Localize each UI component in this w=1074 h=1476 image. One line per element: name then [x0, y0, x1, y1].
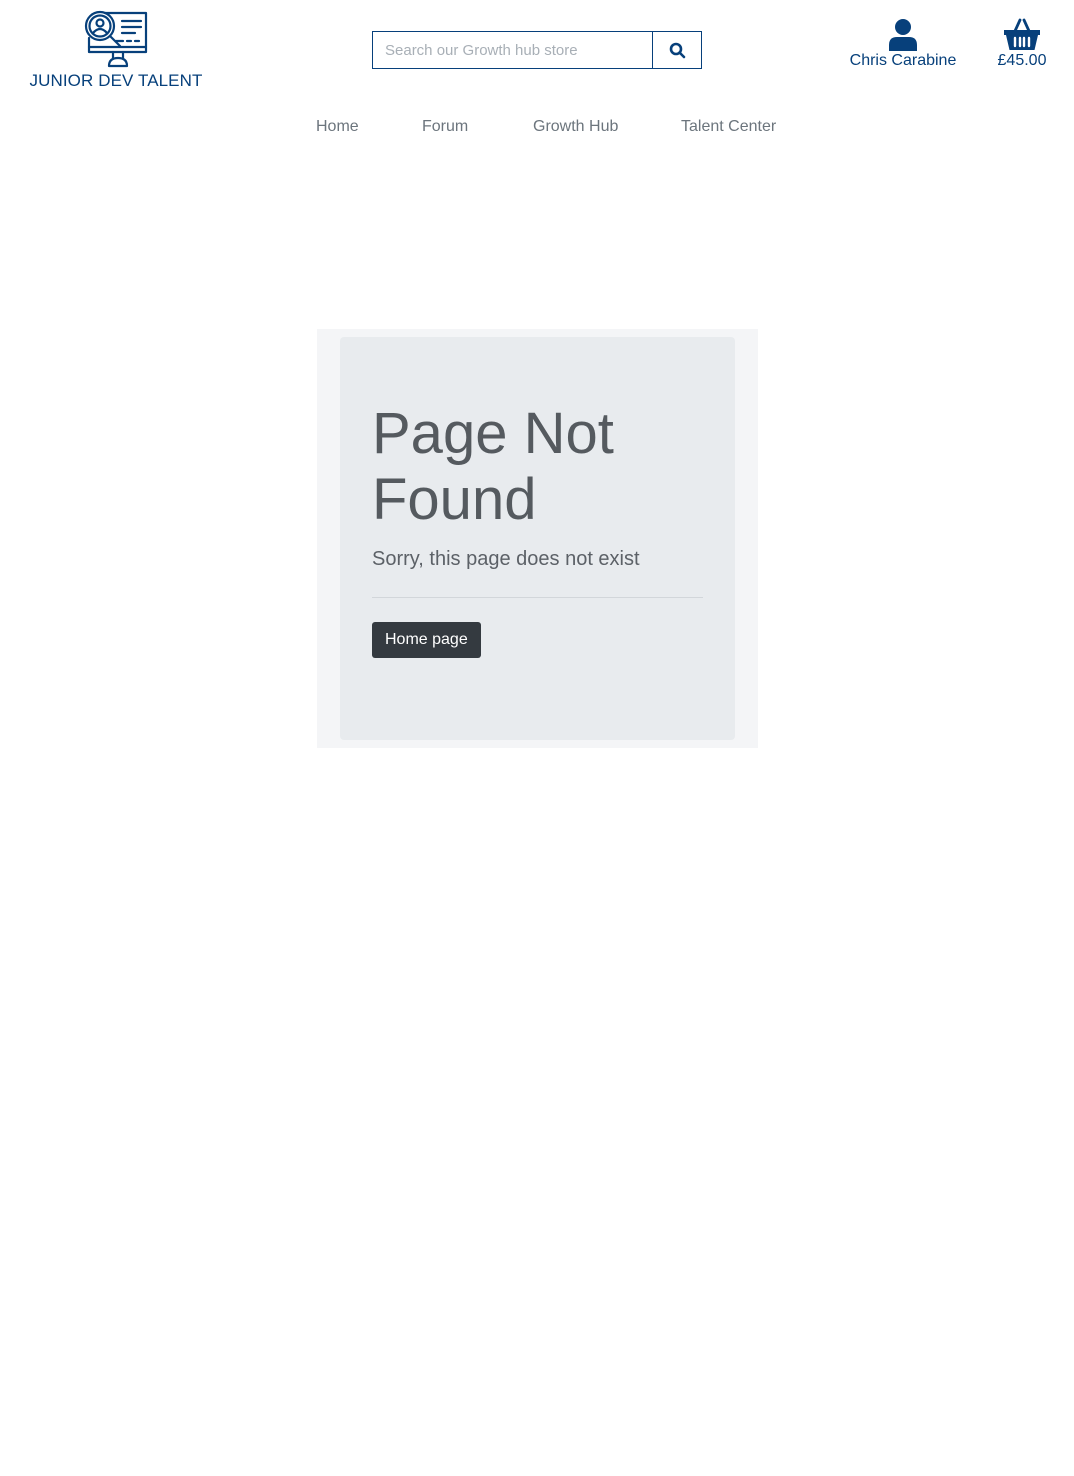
search-button[interactable] — [652, 32, 701, 68]
divider — [372, 597, 703, 598]
main-nav: Home Forum Growth Hub Talent Center — [0, 118, 1074, 140]
nav-item-growth-hub[interactable]: Growth Hub — [533, 118, 618, 136]
home-page-button[interactable]: Home page — [372, 622, 481, 658]
error-container: Page Not Found Sorry, this page does not… — [317, 329, 758, 748]
basket-link[interactable]: £45.00 — [990, 18, 1054, 70]
user-icon — [889, 19, 917, 51]
error-jumbotron: Page Not Found Sorry, this page does not… — [340, 337, 735, 740]
account-user-name: Chris Carabine — [849, 52, 957, 69]
monitor-magnifier-person-icon — [84, 10, 148, 68]
nav-item-forum[interactable]: Forum — [422, 118, 468, 136]
basket-total: £45.00 — [997, 52, 1047, 69]
shopping-basket-icon — [1004, 18, 1040, 50]
page-title: Page Not Found — [372, 401, 614, 532]
search-icon — [669, 42, 685, 58]
search-input[interactable] — [373, 32, 652, 68]
brand-name: JUNIOR DEV TALENT — [29, 71, 203, 90]
site-logo-link[interactable]: JUNIOR DEV TALENT — [28, 8, 204, 91]
site-header: JUNIOR DEV TALENT Chris Carabine £45.00 … — [0, 0, 1074, 160]
account-link[interactable]: Chris Carabine — [845, 18, 961, 70]
error-message: Sorry, this page does not exist — [372, 548, 640, 570]
nav-item-talent-center[interactable]: Talent Center — [681, 118, 776, 136]
nav-item-home[interactable]: Home — [316, 118, 359, 136]
search-form — [372, 31, 702, 69]
